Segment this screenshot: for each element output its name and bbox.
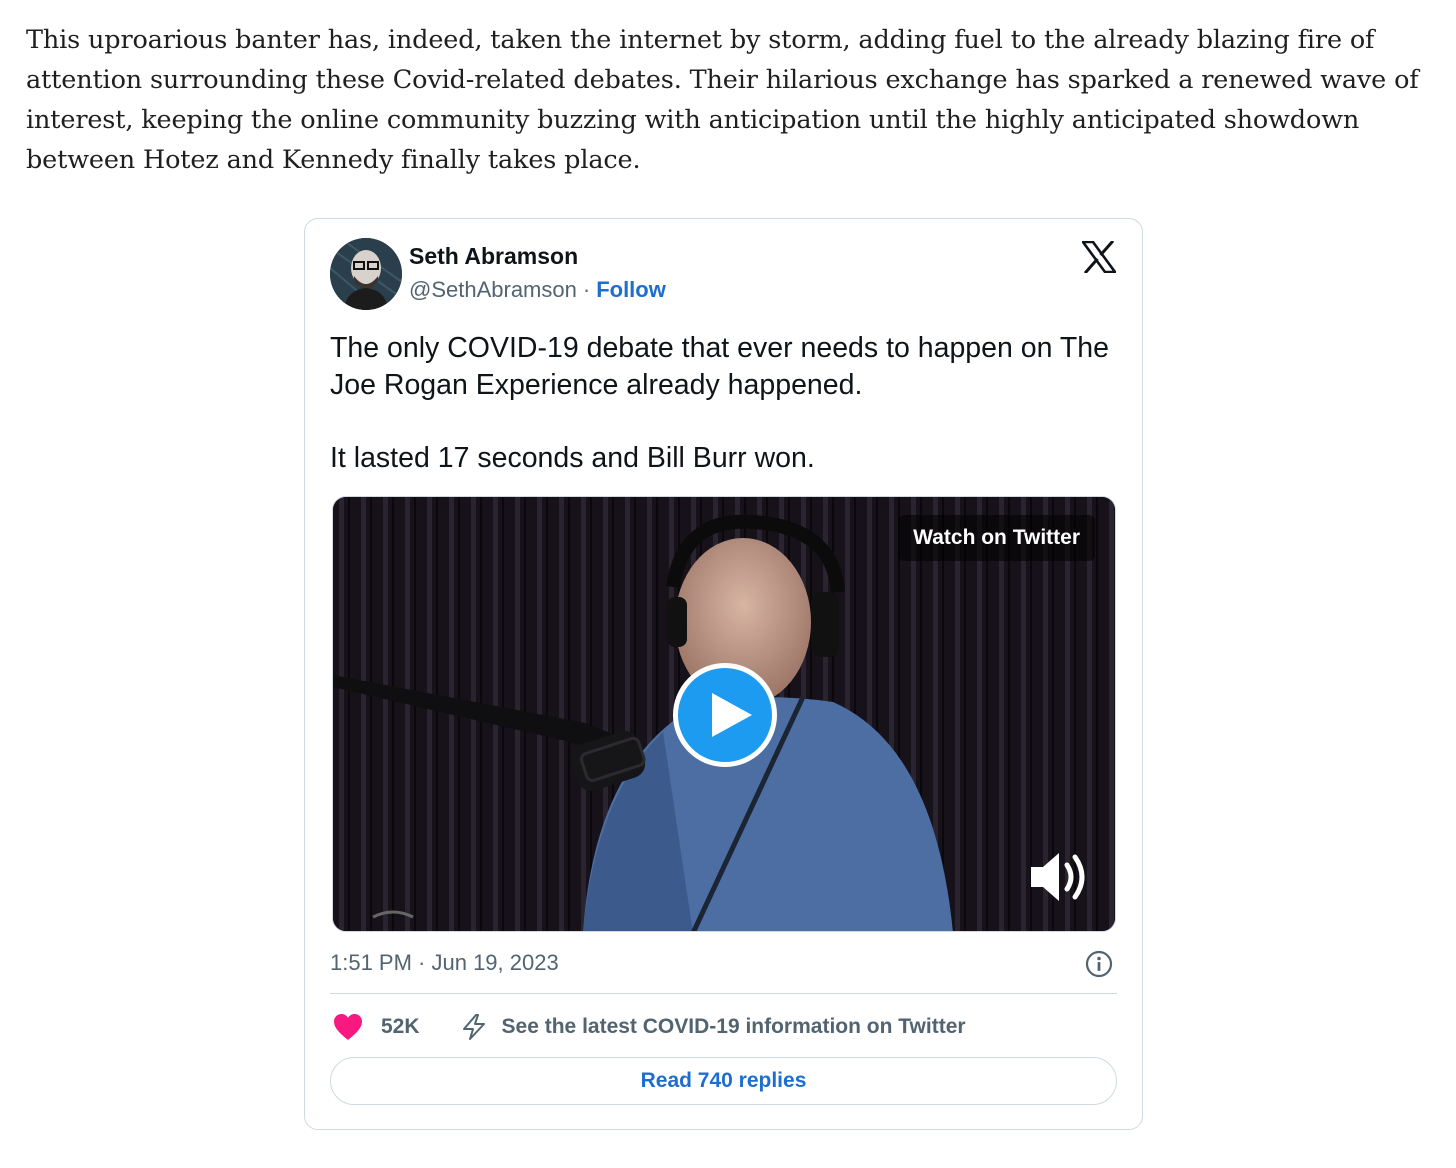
- like-count: 52K: [381, 1015, 420, 1038]
- avatar[interactable]: [330, 238, 402, 310]
- play-icon[interactable]: [673, 663, 777, 767]
- heart-icon: [334, 1014, 362, 1040]
- volume-icon[interactable]: [1029, 847, 1093, 907]
- divider: [330, 993, 1117, 994]
- like-button[interactable]: 52K: [333, 1013, 420, 1041]
- tweet-timestamp[interactable]: 1:51 PM · Jun 19, 2023: [330, 950, 559, 976]
- separator-dot: ·: [582, 277, 591, 302]
- covid-info-link[interactable]: See the latest COVID-19 information on T…: [460, 1013, 966, 1041]
- video-player[interactable]: Watch on Twitter: [332, 496, 1116, 932]
- author-handle[interactable]: @SethAbramson: [409, 277, 577, 302]
- tweet-actions: 52K See the latest COVID-19 information …: [333, 1012, 966, 1042]
- author-handle-line: @SethAbramson · Follow: [409, 277, 666, 303]
- lightning-bolt-icon: [462, 1014, 485, 1040]
- follow-button[interactable]: Follow: [596, 277, 666, 302]
- read-replies-button[interactable]: Read 740 replies: [330, 1057, 1117, 1105]
- covid-info-text: See the latest COVID-19 information on T…: [501, 1015, 966, 1038]
- author-name[interactable]: Seth Abramson: [409, 243, 578, 270]
- tweet-text: The only COVID-19 debate that ever needs…: [330, 330, 1120, 477]
- tweet-text-line: The only COVID-19 debate that ever needs…: [330, 332, 1109, 401]
- info-icon[interactable]: [1085, 950, 1113, 978]
- tweet-text-line: It lasted 17 seconds and Bill Burr won.: [330, 442, 815, 474]
- x-logo-icon[interactable]: [1080, 239, 1118, 275]
- watch-on-twitter-button[interactable]: Watch on Twitter: [898, 515, 1095, 561]
- article-paragraph: This uproarious banter has, indeed, take…: [26, 25, 1419, 175]
- embedded-tweet[interactable]: Seth Abramson @SethAbramson · Follow The o…: [304, 218, 1143, 1130]
